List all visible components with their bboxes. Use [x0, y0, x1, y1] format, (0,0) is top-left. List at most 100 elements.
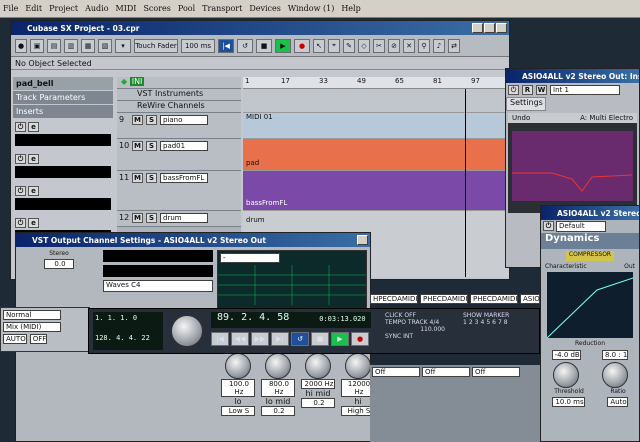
info-toggle-icon[interactable]: ▤ — [47, 38, 61, 53]
channel-name[interactable]: ASIO — [520, 294, 540, 304]
position-time[interactable]: 0:03:13.020 — [319, 312, 365, 328]
eq-type[interactable]: Low S — [221, 406, 255, 416]
show-label[interactable]: SHOW — [463, 312, 482, 319]
attack-value[interactable]: 10.0 ms — [552, 397, 585, 407]
settings-tab[interactable]: Settings — [506, 97, 546, 111]
solo-button[interactable]: S — [146, 141, 157, 151]
insert-slot-b[interactable] — [103, 265, 213, 277]
touch-fader-select[interactable]: Touch Fader — [134, 38, 178, 53]
eq-knob-lomid[interactable] — [265, 353, 291, 379]
track-parameters-section[interactable]: Track Parameters — [13, 91, 113, 104]
sync-value[interactable]: INT — [403, 333, 413, 340]
midi-part-drum[interactable]: drum — [243, 211, 509, 227]
menu-midi[interactable]: MIDI — [116, 4, 137, 13]
undo-button[interactable]: Undo — [512, 114, 530, 122]
release-value[interactable]: Auto — [607, 397, 628, 407]
scissors-tool-icon[interactable]: ✂ — [373, 38, 385, 53]
marker-button[interactable]: 8 — [504, 319, 508, 326]
arrow-tool-icon[interactable]: ↖ — [313, 38, 325, 53]
insert-edit-icon[interactable]: e — [28, 122, 39, 132]
insert-slot-1[interactable] — [15, 134, 111, 146]
insert-edit-icon-2[interactable]: e — [28, 154, 39, 164]
inspector-track-name[interactable]: pad_bell — [13, 77, 113, 90]
insert-edit-icon-3[interactable]: e — [28, 186, 39, 196]
insert-power-icon-2[interactable]: ⏻ — [15, 154, 26, 164]
write-icon[interactable]: W — [536, 85, 547, 95]
solo-button[interactable]: S — [146, 213, 157, 223]
left-locator[interactable]: 1. 1. 1. 0 — [95, 314, 161, 322]
mute-button[interactable]: M — [132, 173, 143, 183]
mixer-icon[interactable]: ▧ — [98, 38, 112, 53]
eq-curve-display[interactable] — [512, 131, 633, 201]
marker-button[interactable]: 3 — [475, 319, 479, 326]
mute-button[interactable]: M — [132, 141, 143, 151]
ratio-value[interactable]: 8.0 : 1 — [601, 350, 629, 360]
channel-output[interactable]: Off — [422, 367, 470, 377]
marker-button[interactable]: 6 — [492, 319, 496, 326]
stop-icon[interactable]: ■ — [311, 332, 329, 346]
record-icon[interactable]: ● — [294, 38, 310, 53]
mute-tool-icon[interactable]: ✕ — [403, 38, 415, 53]
locator-display[interactable]: 1. 1. 1. 0 128. 4. 4. 22 — [93, 312, 163, 350]
close-button[interactable] — [496, 23, 507, 33]
marker-button[interactable]: 1 — [463, 319, 467, 326]
tempo-value[interactable]: 110.000 — [385, 326, 445, 333]
menu-project[interactable]: Project — [49, 4, 78, 13]
track-row-bass[interactable]: 11 MS bassFromFL — [117, 171, 241, 211]
solo-button[interactable]: S — [146, 173, 157, 183]
insert-slot-a[interactable] — [103, 250, 213, 262]
play-icon[interactable]: ▶ — [331, 332, 349, 346]
read-icon[interactable]: R — [522, 85, 533, 95]
eq-knob-hi[interactable] — [345, 353, 371, 379]
channel-output[interactable]: Off — [472, 367, 520, 377]
insert-slot-2[interactable] — [15, 166, 111, 178]
time-select[interactable]: 100 ms — [181, 38, 215, 53]
rewind-icon[interactable]: ↺ — [237, 38, 253, 53]
menu-transport[interactable]: Transport — [202, 4, 242, 13]
eq-knob-lo[interactable] — [225, 353, 251, 379]
mixer-view[interactable]: Mix (MIDI) — [3, 322, 61, 332]
maximize-button[interactable] — [484, 23, 495, 33]
mute-button[interactable]: M — [132, 213, 143, 223]
midi-part-piano[interactable]: MIDI 01 — [243, 113, 509, 139]
channel-output[interactable]: Off — [372, 367, 420, 377]
goto-start-icon[interactable]: |◀ — [211, 332, 229, 346]
menu-devices[interactable]: Devices — [249, 4, 281, 13]
cycle-icon[interactable]: ↺ — [291, 332, 309, 346]
audio-part-bass[interactable]: bassFromFL — [243, 171, 509, 211]
eq-freq-lo[interactable]: 100.0 Hz — [221, 379, 255, 397]
zoom-tool-icon[interactable]: ⚲ — [418, 38, 430, 53]
main-position-display[interactable]: 89. 2. 4. 58 0:03:13.020 — [211, 312, 371, 328]
track-name-field[interactable]: piano — [160, 115, 208, 125]
mixer-mode[interactable]: Normal — [3, 310, 61, 320]
preset-field[interactable]: Int 1 — [550, 85, 620, 95]
auto-off[interactable]: OFF — [29, 334, 48, 344]
eq-type[interactable]: 0.2 — [261, 406, 295, 416]
ruler[interactable]: 1 17 33 49 65 81 97 — [243, 77, 509, 89]
range-tool-icon[interactable]: ⌖ — [328, 38, 340, 53]
snap-icon[interactable]: ⇄ — [448, 38, 460, 53]
speaker-tool-icon[interactable]: ♪ — [433, 38, 445, 53]
click-value[interactable]: OFF — [404, 312, 416, 319]
insert-power-icon-4[interactable]: ⏻ — [15, 218, 26, 228]
eq-knob-himid[interactable] — [305, 353, 331, 379]
threshold-value[interactable]: -4.0 dB — [551, 350, 581, 360]
glue-tool-icon[interactable]: ⊘ — [388, 38, 400, 53]
marker-button[interactable]: 4 — [480, 319, 484, 326]
inspector-toggle-icon[interactable]: ▣ — [30, 38, 44, 53]
pencil-tool-icon[interactable]: ✎ — [343, 38, 355, 53]
compressor-graph[interactable] — [546, 272, 634, 339]
right-locator[interactable]: 128. 4. 4. 22 — [95, 334, 161, 342]
inserts-section[interactable]: Inserts — [13, 105, 113, 118]
menu-scores[interactable]: Scores — [143, 4, 170, 13]
ratio-knob[interactable] — [601, 362, 628, 388]
minimize-button[interactable] — [472, 23, 483, 33]
track-name-field[interactable]: pad01 — [160, 141, 208, 151]
bypass-icon[interactable]: ⏻ — [543, 221, 554, 231]
eq-freq-lomid[interactable]: 800.0 Hz — [261, 379, 295, 397]
track-row-pad01[interactable]: 10 MS pad01 — [117, 139, 241, 171]
stop-icon[interactable]: ■ — [256, 38, 272, 53]
stereo-value[interactable]: 0.0 — [44, 259, 74, 269]
mute-button[interactable]: M — [132, 115, 143, 125]
channel-name[interactable]: HPECDAMIDI — [370, 294, 418, 304]
